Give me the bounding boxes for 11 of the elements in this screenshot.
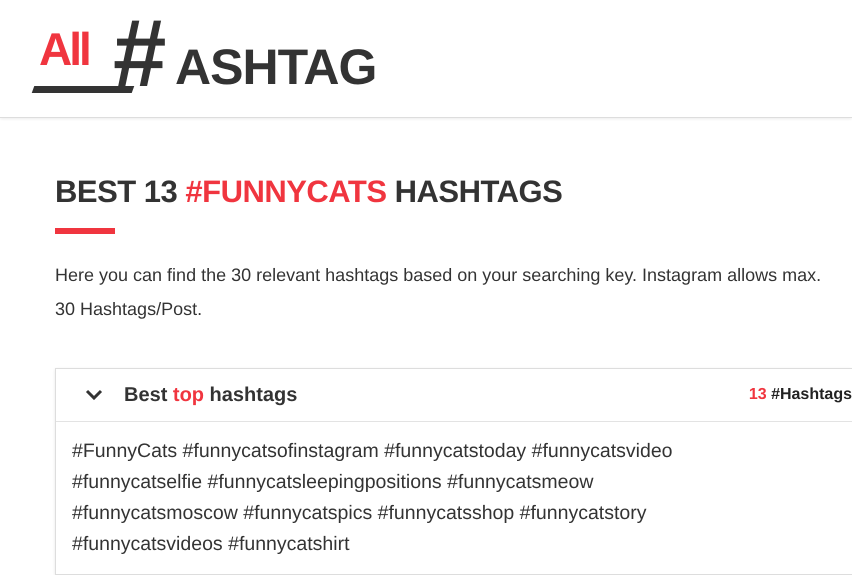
hashtag-line: #funnycatsmoscow #funnycatspics #funnycatsshop #funnycatstory: [72, 501, 648, 526]
hashtag-line: #FunnyCats #funnycatsofinstagram #funnycatstoday #funnycatsvideo: [72, 439, 674, 464]
hashtag-line: #funnycatsvideos #funnycatshirt: [72, 532, 350, 557]
panel-title: Best top hashtags: [124, 384, 298, 406]
heading-underline: [55, 228, 115, 234]
intro-text: Here you can find the 30 relevant hashtags based on your searching key. Instagram allows max. 30 Hashtags/Post.: [55, 264, 822, 321]
hashtag-count: 13 #Hashtags: [748, 386, 852, 404]
page-heading: BEST 13 #FUNNYCATS HASHTAGS: [55, 174, 564, 210]
panel-header[interactable]: Best top hashtags 13 #Hashtags: [56, 369, 852, 422]
logo[interactable]: All #ASHTAG: [33, 14, 403, 104]
hashtag-line: #funnycatselfie #funnycatsleepingpositions #funnycatsmeow: [72, 470, 594, 495]
